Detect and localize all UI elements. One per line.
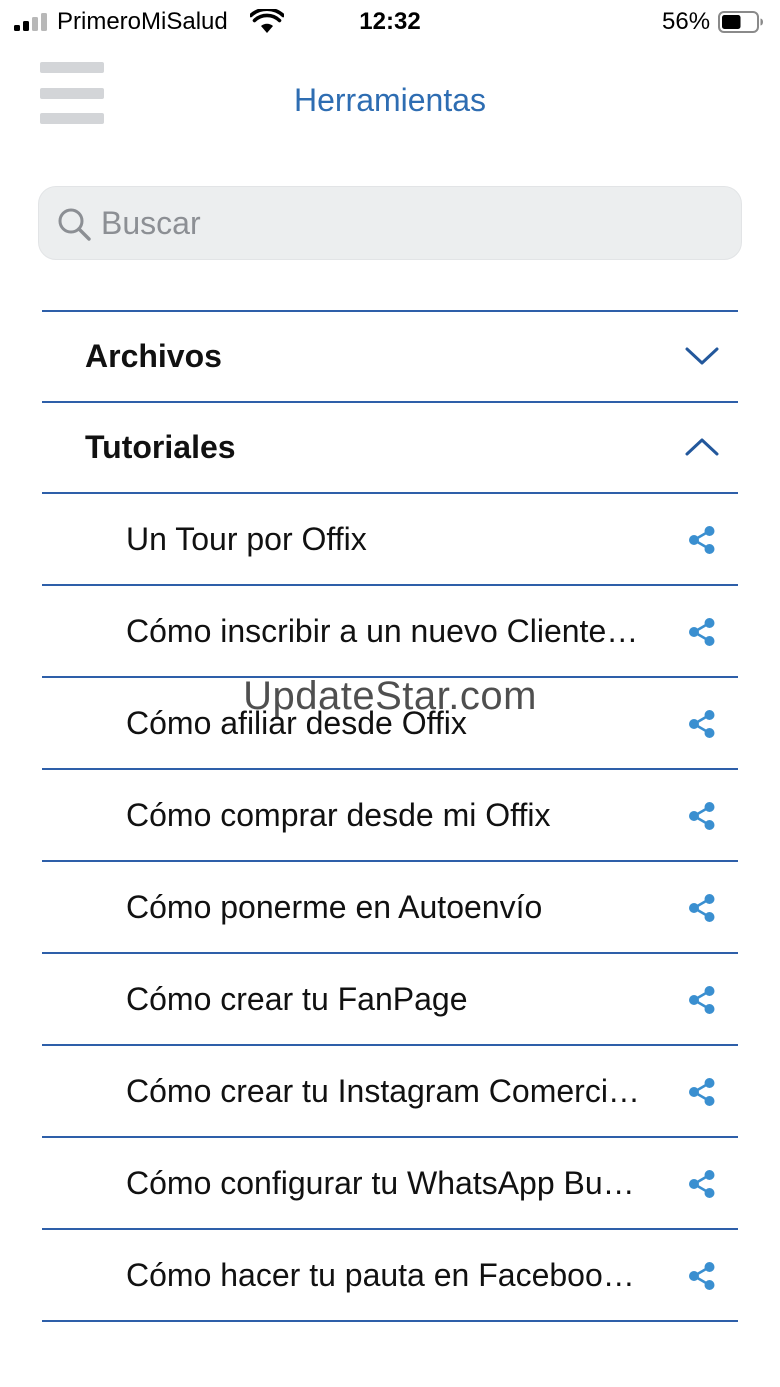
share-icon[interactable] — [688, 985, 716, 1015]
divider — [42, 1320, 738, 1322]
share-icon[interactable] — [688, 525, 716, 555]
page-title: Herramientas — [293, 82, 487, 118]
tutorial-items: Un Tour por Offix Cómo inscribir a un nu… — [42, 494, 738, 1322]
share-icon[interactable] — [688, 1261, 716, 1291]
chevron-down-icon[interactable] — [684, 342, 720, 370]
share-icon[interactable] — [688, 617, 716, 647]
list-item-label: Un Tour por Offix — [126, 521, 367, 557]
list-item-label: Cómo crear tu FanPage — [126, 981, 468, 1017]
list-item[interactable]: Un Tour por Offix — [42, 494, 738, 584]
list-item[interactable]: Cómo inscribir a un nuevo Cliente… — [42, 586, 738, 676]
list-item-label: Cómo hacer tu pauta en Faceboo… — [126, 1257, 635, 1293]
list-item[interactable]: Cómo hacer tu pauta en Faceboo… — [42, 1230, 738, 1320]
list-item[interactable]: Cómo comprar desde mi Offix — [42, 770, 738, 860]
share-icon[interactable] — [688, 893, 716, 923]
tools-list: Archivos Tutoriales Un Tour por Offix Có… — [42, 310, 738, 1322]
battery-percentage: 56% — [662, 8, 711, 35]
section-archivos[interactable]: Archivos — [42, 312, 738, 401]
section-label: Tutoriales — [85, 429, 236, 465]
share-icon[interactable] — [688, 801, 716, 831]
list-item[interactable]: Cómo configurar tu WhatsApp Bu… — [42, 1138, 738, 1228]
share-icon[interactable] — [688, 1077, 716, 1107]
list-item[interactable]: Cómo crear tu Instagram Comerci… — [42, 1046, 738, 1136]
search-input[interactable] — [101, 197, 721, 249]
list-item[interactable]: Cómo crear tu FanPage — [42, 954, 738, 1044]
list-item-label: Cómo comprar desde mi Offix — [126, 797, 551, 833]
share-icon[interactable] — [688, 1169, 716, 1199]
section-tutoriales[interactable]: Tutoriales — [42, 403, 738, 492]
watermark: UpdateStar.com — [243, 674, 537, 718]
list-item[interactable]: Cómo ponerme en Autoenvío — [42, 862, 738, 952]
battery-icon — [718, 11, 763, 33]
search-bar[interactable] — [38, 186, 742, 260]
list-item-label: Cómo configurar tu WhatsApp Bu… — [126, 1165, 635, 1201]
status-bar: PrimeroMiSalud 12:32 56% — [0, 0, 780, 44]
list-item-label: Cómo inscribir a un nuevo Cliente… — [126, 613, 639, 649]
section-label: Archivos — [85, 338, 222, 374]
chevron-up-icon[interactable] — [684, 433, 720, 461]
list-item-label: Cómo ponerme en Autoenvío — [126, 889, 543, 925]
search-icon — [58, 208, 91, 241]
list-item-label: Cómo crear tu Instagram Comerci… — [126, 1073, 640, 1109]
